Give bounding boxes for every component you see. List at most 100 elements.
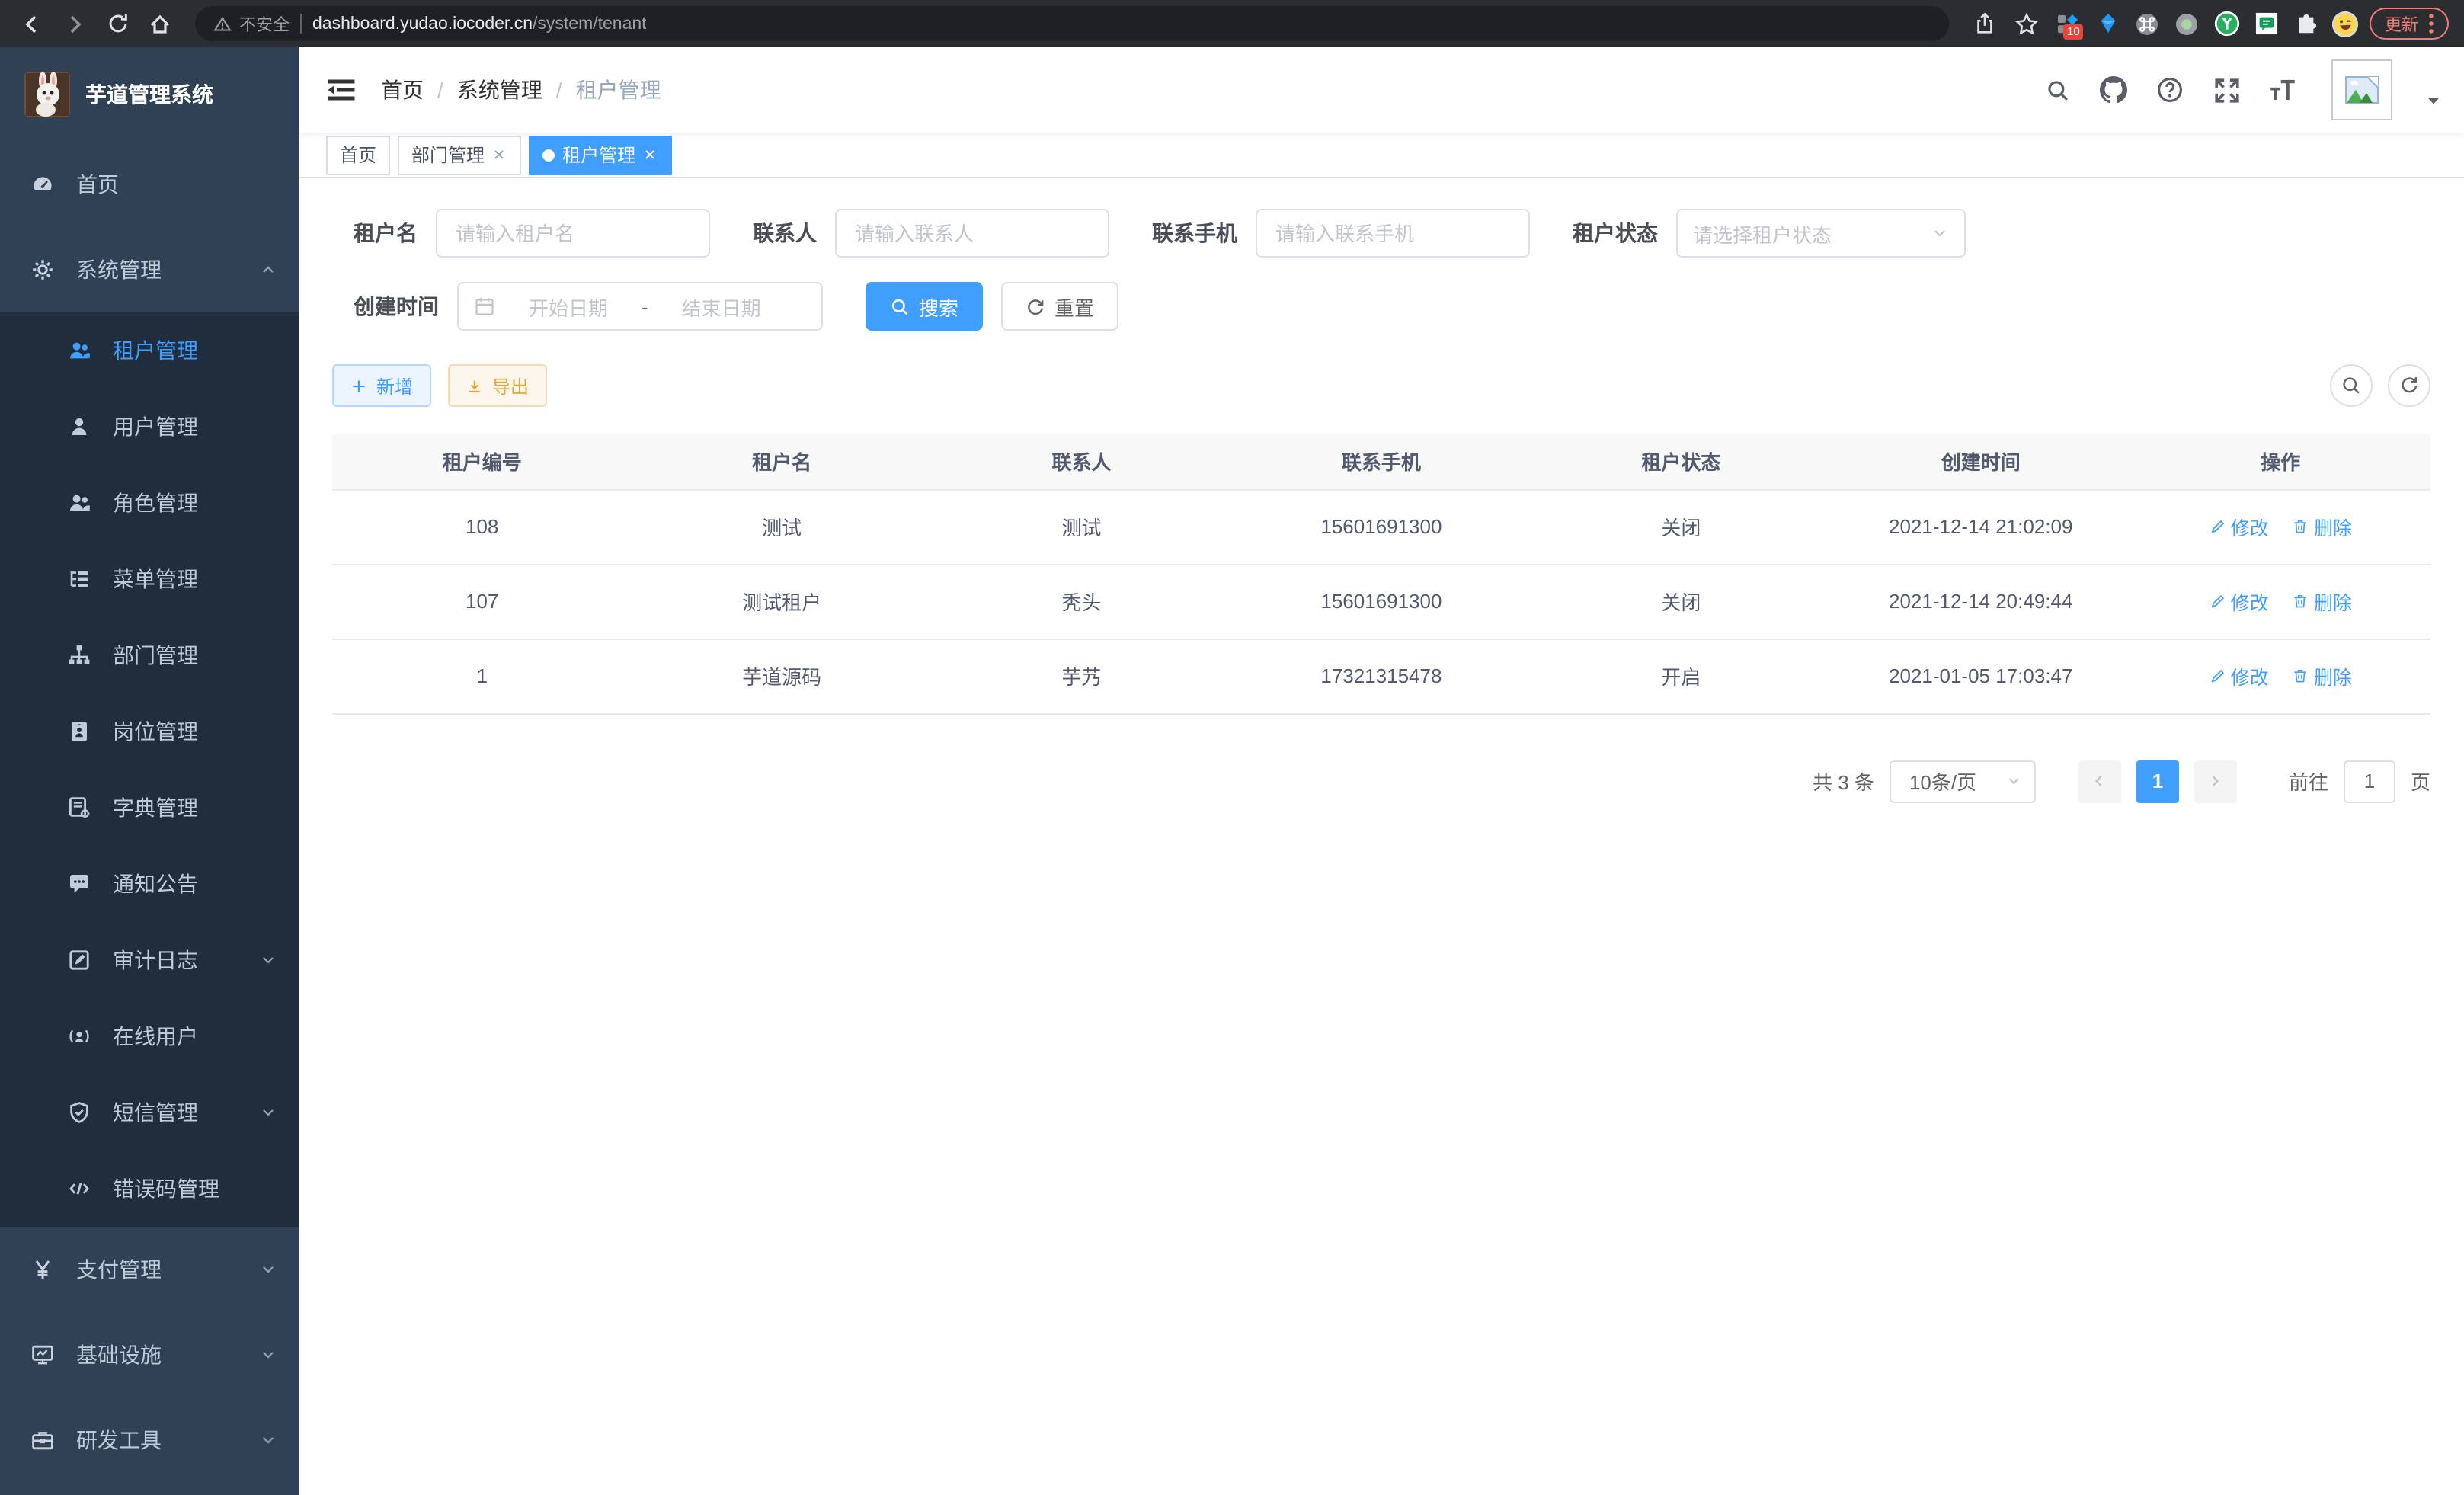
tab-home[interactable]: 首页 xyxy=(326,135,390,174)
font-size-icon[interactable] xyxy=(2269,76,2296,104)
top-navbar: 首页 / 系统管理 / 租户管理 xyxy=(299,47,2464,133)
next-page-button[interactable] xyxy=(2194,760,2237,802)
sidebar-item-user[interactable]: 用户管理 xyxy=(0,389,299,465)
prev-page-button[interactable] xyxy=(2078,760,2121,802)
tenant-name-input[interactable] xyxy=(436,209,710,258)
sidebar: 芋道管理系统 首页 系统管理 租户管理 用户管理 xyxy=(0,47,299,1495)
breadcrumb-system[interactable]: 系统管理 xyxy=(457,75,542,105)
tenant-table: 租户编号 租户名 联系人 联系手机 租户状态 创建时间 操作 108 测试 xyxy=(332,434,2430,714)
tab-tenant[interactable]: 租户管理 xyxy=(529,135,672,174)
avatar-broken-image[interactable] xyxy=(2331,59,2392,120)
home-icon[interactable] xyxy=(143,7,177,40)
y-extension-icon[interactable] xyxy=(2211,8,2242,39)
trash-icon xyxy=(2293,593,2309,610)
security-chip[interactable]: 不安全 xyxy=(213,11,290,36)
sidebar-item-audit-log[interactable]: 审计日志 xyxy=(0,922,299,998)
gem-extension-icon[interactable] xyxy=(2092,8,2123,39)
sidebar-item-payment[interactable]: 支付管理 xyxy=(0,1227,299,1312)
sidebar-item-home[interactable]: 首页 xyxy=(0,142,299,227)
delete-link[interactable]: 删除 xyxy=(2293,661,2352,690)
status-select[interactable]: 请选择租户状态 xyxy=(1676,209,1966,258)
phone-input[interactable] xyxy=(1256,209,1530,258)
breadcrumb-home[interactable]: 首页 xyxy=(381,75,424,105)
sidebar-item-dept[interactable]: 部门管理 xyxy=(0,617,299,693)
sidebar-item-post[interactable]: 岗位管理 xyxy=(0,693,299,770)
browser-update-button[interactable]: 更新 xyxy=(2370,8,2449,40)
sidebar-item-online-users[interactable]: 在线用户 xyxy=(0,998,299,1074)
caret-down-icon[interactable] xyxy=(2424,91,2443,110)
sidebar-item-infra[interactable]: 基础设施 xyxy=(0,1312,299,1397)
hamburger-icon[interactable] xyxy=(326,75,357,105)
audit-log-icon xyxy=(67,948,91,972)
col-header: 操作 xyxy=(2130,434,2430,489)
sidebar-item-role[interactable]: 角色管理 xyxy=(0,465,299,541)
goto-page-input[interactable] xyxy=(2344,760,2395,802)
delete-link[interactable]: 删除 xyxy=(2293,512,2352,541)
close-icon[interactable] xyxy=(643,147,658,162)
sidebar-item-dict[interactable]: 字典管理 xyxy=(0,770,299,846)
breadcrumb: 首页 / 系统管理 / 租户管理 xyxy=(381,75,661,105)
code-icon xyxy=(67,1176,91,1201)
delete-link[interactable]: 删除 xyxy=(2293,587,2352,616)
col-header: 租户名 xyxy=(632,434,931,489)
reload-icon[interactable] xyxy=(101,7,134,40)
fullscreen-icon[interactable] xyxy=(2213,76,2240,104)
circle-extension-icon[interactable] xyxy=(2171,8,2202,39)
edit-link[interactable]: 修改 xyxy=(2210,661,2269,690)
command-extension-icon[interactable] xyxy=(2132,8,2162,39)
sidebar-item-notice[interactable]: 通知公告 xyxy=(0,846,299,922)
page-number-button[interactable]: 1 xyxy=(2136,760,2179,802)
add-button[interactable]: 新增 xyxy=(332,364,431,407)
sidebar-item-label: 首页 xyxy=(76,169,277,200)
col-header: 租户编号 xyxy=(332,434,632,489)
help-icon[interactable] xyxy=(2156,76,2184,104)
sidebar-item-label: 用户管理 xyxy=(113,411,277,442)
reset-button[interactable]: 重置 xyxy=(1001,282,1118,331)
github-icon[interactable] xyxy=(2100,76,2127,104)
export-button[interactable]: 导出 xyxy=(448,364,547,407)
forward-icon[interactable] xyxy=(58,7,91,40)
back-icon[interactable] xyxy=(15,7,49,40)
chat-extension-icon[interactable] xyxy=(2251,8,2281,39)
sidebar-item-system[interactable]: 系统管理 xyxy=(0,227,299,312)
page-size-select[interactable]: 10条/页 xyxy=(1890,760,2036,802)
extension-grid-icon[interactable]: 10 xyxy=(2053,8,2083,39)
sidebar-logo[interactable]: 芋道管理系统 xyxy=(0,47,299,142)
refresh-icon xyxy=(1026,296,1045,316)
sidebar-item-tenant[interactable]: 租户管理 xyxy=(0,312,299,389)
sidebar-item-label: 字典管理 xyxy=(113,792,277,823)
cell-created: 2021-12-14 20:49:44 xyxy=(1831,564,2130,639)
sidebar-item-devtools[interactable]: 研发工具 xyxy=(0,1397,299,1483)
screen: 不安全 dashboard.yudao.iocoder.cn/system/te… xyxy=(0,0,2464,1495)
sidebar-item-error-code[interactable]: 错误码管理 xyxy=(0,1151,299,1227)
sidebar-item-menu[interactable]: 菜单管理 xyxy=(0,541,299,617)
address-bar[interactable]: 不安全 dashboard.yudao.iocoder.cn/system/te… xyxy=(195,6,1949,41)
share-icon[interactable] xyxy=(1967,7,2001,40)
pagination: 共 3 条 10条/页 1 前往 页 xyxy=(332,760,2430,802)
bookmark-star-icon[interactable] xyxy=(2010,7,2043,40)
cell-name: 测试租户 xyxy=(632,564,931,639)
table-row: 108 测试 测试 15601691300 关闭 2021-12-14 21:0… xyxy=(332,489,2430,564)
edit-link[interactable]: 修改 xyxy=(2210,587,2269,616)
cell-contact: 芋艿 xyxy=(932,639,1231,713)
search-icon[interactable] xyxy=(2043,76,2071,104)
puzzle-extensions-icon[interactable] xyxy=(2290,8,2321,39)
col-header: 联系人 xyxy=(932,434,1231,489)
main-area: 首页 / 系统管理 / 租户管理 首页 xyxy=(299,47,2464,1495)
trash-icon xyxy=(2293,667,2309,684)
edit-link[interactable]: 修改 xyxy=(2210,512,2269,541)
col-header: 创建时间 xyxy=(1831,434,2130,489)
toggle-search-button[interactable] xyxy=(2330,364,2373,407)
date-range-picker[interactable]: 开始日期 - 结束日期 xyxy=(457,282,823,331)
chevron-right-icon xyxy=(2207,773,2224,789)
refresh-table-button[interactable] xyxy=(2388,364,2430,407)
search-button[interactable]: 搜索 xyxy=(866,282,983,331)
kebab-menu-icon xyxy=(2429,14,2434,34)
sidebar-item-sms[interactable]: 短信管理 xyxy=(0,1074,299,1151)
profile-emoji-icon[interactable] xyxy=(2330,8,2360,39)
tab-dept[interactable]: 部门管理 xyxy=(398,135,521,174)
contact-input[interactable] xyxy=(835,209,1109,258)
menu-tree-icon xyxy=(67,567,91,591)
close-icon[interactable] xyxy=(492,147,507,162)
chevron-down-icon xyxy=(259,1103,277,1122)
